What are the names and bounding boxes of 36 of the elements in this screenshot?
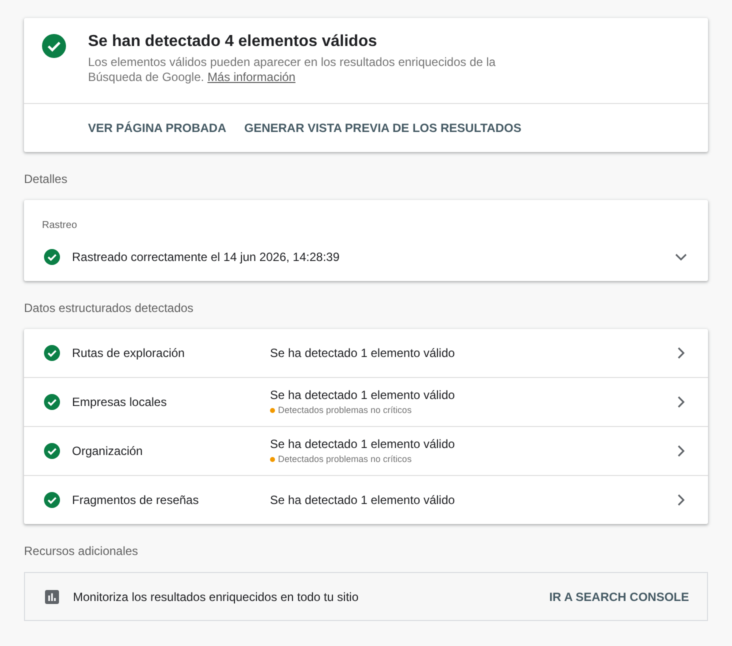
item-note: Detectados problemas no críticos xyxy=(278,404,412,416)
item-result: Se ha detectado 1 elemento válido xyxy=(270,388,455,403)
item-name: Fragmentos de reseñas xyxy=(72,492,200,508)
summary-description: Los elementos válidos pueden aparecer en los resultados enriquecidos de la Búsqueda de Google. Más información xyxy=(88,55,497,85)
resource-text: Monitoriza los resultados enriquecidos en todo tu sitio xyxy=(73,588,360,604)
chevron-right-icon[interactable] xyxy=(677,347,685,359)
item-result: Se ha detectado 1 elemento válido xyxy=(270,346,455,360)
chevron-right-icon[interactable] xyxy=(677,494,685,506)
section-heading: Detalles xyxy=(24,171,68,188)
chevron-right-icon[interactable] xyxy=(677,396,685,408)
check-circle-icon xyxy=(44,249,60,265)
search-console-button[interactable]: IR A SEARCH CONSOLE xyxy=(541,580,697,612)
item-name: Organización xyxy=(72,443,144,459)
check-circle-icon xyxy=(42,34,66,58)
section-heading: Recursos adicionales xyxy=(24,543,140,560)
warning-dot-icon xyxy=(270,408,275,412)
check-circle-icon xyxy=(44,492,60,508)
bar-chart-icon xyxy=(45,590,59,604)
chevron-right-icon[interactable] xyxy=(677,445,685,457)
item-note: Detectados problemas no críticos xyxy=(278,453,412,465)
item-name: Empresas locales xyxy=(72,394,168,410)
item-name: Rutas de exploración xyxy=(72,345,186,361)
summary-title: Se han detectado 4 elementos válidos xyxy=(88,32,378,52)
crawl-status-text: Rastreado correctamente el 14 jun 2026, 14:28:39 xyxy=(72,249,341,265)
item-result: Se ha detectado 1 elemento válido xyxy=(270,492,455,508)
check-circle-icon xyxy=(44,394,60,410)
chevron-icon[interactable] xyxy=(675,253,687,261)
item-result: Se ha detectado 1 elemento válido xyxy=(270,437,455,452)
check-circle-icon xyxy=(44,345,60,361)
more-info-link[interactable]: Más información xyxy=(207,70,296,84)
check-circle-icon xyxy=(44,443,60,459)
action-button[interactable]: GENERAR VISTA PREVIA DE LOS RESULTADOS xyxy=(236,112,530,144)
crawl-label: Rastreo xyxy=(42,219,78,233)
warning-dot-icon xyxy=(270,456,275,462)
section-heading: Datos estructurados detectados xyxy=(24,300,194,317)
action-button[interactable]: VER PÁGINA PROBADA xyxy=(80,112,234,144)
